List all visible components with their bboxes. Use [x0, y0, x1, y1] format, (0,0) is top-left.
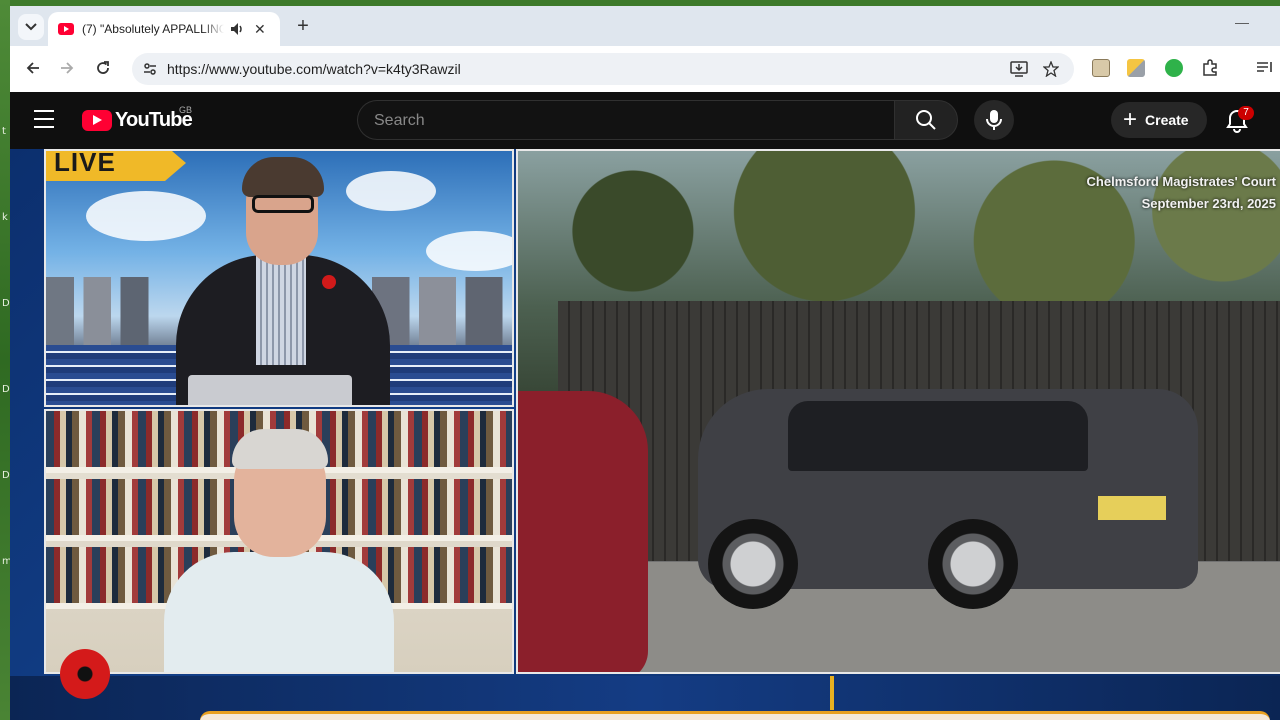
live-label: LIVE [54, 149, 116, 177]
number-plate [1098, 496, 1166, 520]
court-footage-panel: Chelmsford Magistrates' Court September … [516, 149, 1280, 674]
video-player[interactable]: LIVE Chelmsford Magistrates' Court Septe… [10, 149, 1280, 720]
desktop-icon-label[interactable]: t [2, 126, 6, 137]
arrow-left-icon [26, 62, 39, 74]
youtube-masthead: YouTube GB Search + Create 7 [10, 92, 1280, 149]
minimize-window-button[interactable]: — [1232, 14, 1252, 34]
laptop [188, 375, 352, 405]
desktop-icon-label[interactable]: D [2, 470, 10, 481]
back-button[interactable] [22, 57, 44, 79]
red-car [518, 391, 648, 672]
youtube-favicon-icon [58, 23, 74, 35]
new-tab-button[interactable]: + [292, 16, 314, 38]
bookmark-star-icon[interactable] [1043, 61, 1059, 77]
glasses [252, 195, 314, 213]
create-button[interactable]: + Create [1111, 102, 1207, 138]
youtube-logo[interactable]: YouTube [82, 109, 193, 132]
close-tab-icon[interactable]: ✕ [254, 22, 266, 36]
chevron-down-icon [25, 23, 37, 31]
active-tab[interactable]: (7) "Absolutely APPALLING" - Police ✕ [48, 12, 280, 46]
browser-window: (7) "Absolutely APPALLING" - Police ✕ + … [10, 6, 1280, 720]
poppy-icon [322, 275, 336, 289]
country-code: GB [179, 105, 193, 115]
speaker-icon[interactable] [230, 22, 244, 36]
search-icon [916, 110, 936, 130]
arrow-right-icon [61, 62, 74, 74]
caption-line-1: Chelmsford Magistrates' Court [1086, 174, 1276, 189]
browser-toolbar: https://www.youtube.com/watch?v=k4ty3Raw… [10, 46, 1280, 92]
poppy-icon [60, 649, 110, 699]
guide-menu-button[interactable] [34, 110, 58, 130]
search-button[interactable] [894, 100, 958, 140]
url-text: https://www.youtube.com/watch?v=k4ty3Raw… [167, 61, 461, 77]
search-input[interactable]: Search [357, 100, 894, 140]
extensions-menu-button[interactable] [1199, 57, 1221, 79]
desktop-background: t k D D D m [0, 0, 12, 720]
site-info-icon[interactable] [142, 61, 158, 77]
desktop-icon-label[interactable]: k [2, 212, 8, 223]
desktop-icon-label[interactable]: D [2, 298, 10, 309]
reload-icon [97, 61, 109, 74]
search-placeholder: Search [374, 112, 425, 129]
reload-button[interactable] [92, 57, 114, 79]
green-extension-icon[interactable] [1165, 59, 1183, 77]
location-caption: Chelmsford Magistrates' Court September … [1087, 171, 1276, 215]
puzzle-icon [1203, 59, 1217, 76]
voice-search-button[interactable] [974, 100, 1014, 140]
address-bar[interactable]: https://www.youtube.com/watch?v=k4ty3Raw… [132, 53, 1074, 85]
brush-extension-icon[interactable] [1127, 59, 1145, 77]
playlist-music-icon [1257, 62, 1272, 72]
tab-title: (7) "Absolutely APPALLING" - Police [82, 22, 224, 36]
tab-search-button[interactable] [18, 14, 44, 40]
microphone-icon [986, 110, 1002, 130]
create-label: Create [1145, 112, 1189, 128]
plus-icon: + [1123, 106, 1138, 133]
extension-icon[interactable] [1092, 59, 1110, 77]
notification-count-badge: 7 [1238, 106, 1254, 120]
lower-third-accent [830, 676, 834, 710]
youtube-play-icon [82, 110, 112, 131]
caption-line-2: September 23rd, 2025 [1141, 196, 1276, 211]
lower-third-ticker [200, 711, 1270, 720]
studio-presenter-panel: LIVE [44, 149, 514, 407]
desktop-icon-label[interactable]: D [2, 384, 10, 395]
install-app-icon[interactable] [1010, 61, 1028, 77]
guest-panel [44, 409, 514, 674]
tab-strip: (7) "Absolutely APPALLING" - Police ✕ + … [10, 6, 1280, 46]
forward-button[interactable] [56, 57, 78, 79]
media-control-button[interactable] [1254, 57, 1276, 79]
